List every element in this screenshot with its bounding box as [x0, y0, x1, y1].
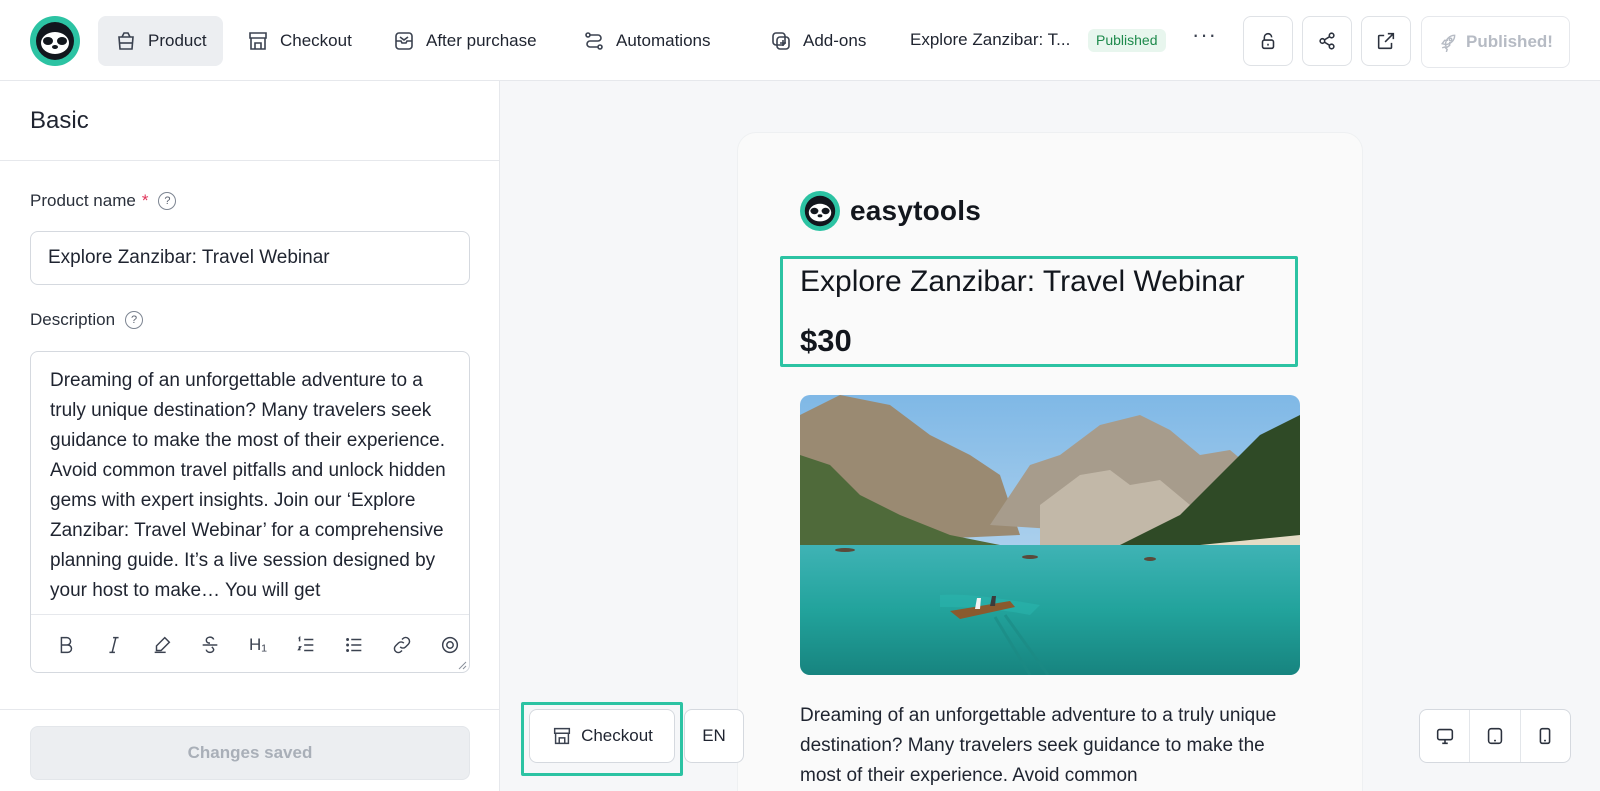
language-button[interactable]: EN	[684, 709, 744, 763]
tablet-icon	[1487, 727, 1503, 745]
top-navigation-bar: Product Checkout After purchase Automati…	[0, 0, 1600, 81]
tablet-view-button[interactable]	[1470, 710, 1521, 762]
bold-button[interactable]	[45, 627, 88, 663]
product-hero-image	[800, 395, 1300, 675]
italic-icon	[109, 636, 119, 653]
route-icon	[585, 32, 603, 50]
heading-button[interactable]: H₁	[237, 627, 280, 663]
ordered-list-icon	[297, 635, 314, 651]
share-icon	[1319, 32, 1335, 50]
tab-automations[interactable]: Automations	[566, 16, 727, 66]
sloth-logo-icon[interactable]	[30, 16, 80, 66]
help-icon[interactable]: ?	[125, 311, 144, 329]
help-icon[interactable]: ?	[158, 192, 177, 210]
bold-icon	[61, 636, 73, 653]
tab-after-purchase-label: After purchase	[426, 31, 537, 50]
bullet-list-icon	[345, 637, 362, 652]
tab-product-label: Product	[148, 31, 207, 50]
section-title: Basic	[30, 107, 89, 134]
device-switcher	[1419, 709, 1571, 763]
section-divider	[0, 160, 500, 161]
desktop-icon	[1436, 728, 1453, 745]
product-name-label-text: Product name	[30, 191, 136, 210]
lock-icon	[1261, 32, 1275, 50]
preview-area: easytools Explore Zanzibar: Travel Webin…	[500, 81, 1600, 791]
status-badge: Published	[1088, 29, 1166, 52]
tab-checkout-label: Checkout	[280, 31, 352, 50]
checkout-preview-button[interactable]: Checkout	[529, 709, 675, 763]
tab-product[interactable]: Product	[98, 16, 223, 66]
storefront-icon	[554, 727, 571, 745]
rocket-icon	[1441, 34, 1456, 52]
formatting-toolbar: H₁	[31, 614, 469, 672]
footer-divider	[0, 709, 500, 710]
description-editor[interactable]: Dreaming of an unforgettable adventure t…	[30, 351, 470, 673]
bullet-list-button[interactable]	[332, 627, 375, 663]
published-button-label: Published!	[1466, 32, 1553, 51]
tab-add-ons[interactable]: Add-ons	[753, 16, 882, 66]
product-preview-card: easytools Explore Zanzibar: Travel Webin…	[738, 133, 1362, 791]
highlighter-icon	[154, 636, 171, 653]
sloth-logo-icon	[800, 191, 840, 231]
description-textarea[interactable]: Dreaming of an unforgettable adventure t…	[50, 366, 452, 611]
required-marker: *	[141, 191, 149, 210]
mobile-view-button[interactable]	[1521, 710, 1570, 762]
resize-handle-icon[interactable]	[457, 660, 467, 670]
product-name-label: Product name * ?	[30, 191, 177, 211]
emoji-button[interactable]	[428, 627, 469, 663]
strikethrough-button[interactable]	[189, 627, 232, 663]
box-icon	[118, 32, 134, 50]
mobile-icon	[1539, 727, 1551, 745]
emoji-icon	[441, 636, 458, 653]
link-button[interactable]	[380, 627, 423, 663]
product-name-input[interactable]: Explore Zanzibar: Travel Webinar	[30, 231, 470, 285]
preview-product-title: Explore Zanzibar: Travel Webinar	[800, 265, 1245, 298]
italic-button[interactable]	[93, 627, 136, 663]
document-title: Explore Zanzibar: T...	[910, 30, 1071, 49]
description-label-text: Description	[30, 310, 116, 329]
desktop-view-button[interactable]	[1420, 710, 1471, 762]
preview-price: $30	[800, 323, 852, 358]
lock-button[interactable]	[1243, 16, 1293, 66]
highlight-button[interactable]	[141, 627, 184, 663]
brand-header: easytools	[800, 191, 981, 231]
published-button[interactable]: Published!	[1421, 16, 1570, 68]
description-label: Description ?	[30, 310, 144, 330]
link-icon	[393, 636, 410, 653]
ordered-list-button[interactable]	[284, 627, 327, 663]
editor-panel: Basic Product name * ? Explore Zanzibar:…	[0, 81, 500, 791]
share-button[interactable]	[1302, 16, 1352, 66]
plus-square-icon	[772, 32, 790, 50]
external-link-icon	[1377, 32, 1395, 50]
brand-name: easytools	[850, 195, 981, 226]
changes-saved-button[interactable]: Changes saved	[30, 726, 470, 780]
tab-add-ons-label: Add-ons	[803, 31, 867, 50]
checkout-preview-label: Checkout	[581, 726, 653, 745]
tab-after-purchase[interactable]: After purchase	[376, 16, 553, 66]
mail-inbox-icon	[395, 32, 413, 50]
tab-checkout[interactable]: Checkout	[230, 16, 368, 66]
more-menu-icon[interactable]: ···	[1192, 22, 1217, 48]
strikethrough-icon	[202, 635, 218, 653]
tab-automations-label: Automations	[616, 31, 711, 50]
open-external-button[interactable]	[1361, 16, 1411, 66]
storefront-icon	[249, 32, 267, 50]
preview-description: Dreaming of an unforgettable adventure t…	[800, 705, 1277, 786]
